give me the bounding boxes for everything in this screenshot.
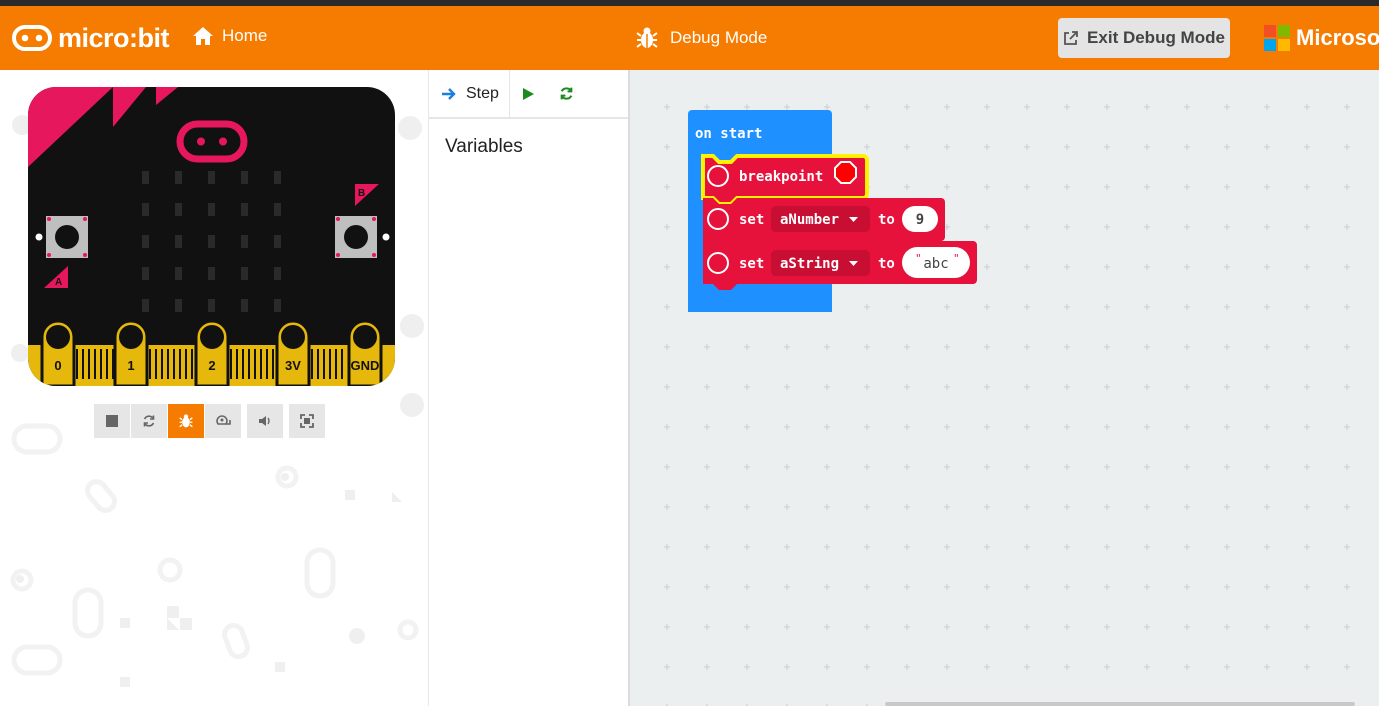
restart-icon [561,87,573,100]
variable-name: aString [780,256,839,272]
debug-mode-indicator: Debug Mode [636,26,767,50]
debug-toggle-button[interactable] [168,404,204,438]
restart-button[interactable] [131,404,167,438]
pin-2-label: 2 [208,358,215,373]
close-quote-icon: " [953,252,960,265]
microsoft-squares-icon [1264,25,1290,51]
sound-icon [259,416,270,426]
home-icon [193,27,213,45]
open-quote-icon: " [915,252,922,265]
block-stack: on start breakpoint set aNumber to 9 set… [688,110,977,312]
pin-gnd-label: GND [351,358,380,373]
variables-title: Variables [445,136,523,157]
step-label: Step [466,84,499,102]
continue-button[interactable] [510,70,548,117]
pin-1-label: 1 [127,358,134,373]
set-anumber-block[interactable]: set aNumber to 9 [703,198,945,247]
breakpoint-block[interactable]: breakpoint [701,154,869,206]
microbit-logo-icon [12,25,52,51]
debug-mode-label: Debug Mode [670,28,768,47]
fullscreen-icon [300,414,314,428]
restart-debug-button[interactable] [548,70,586,117]
sound-button[interactable] [247,404,283,438]
restart-icon [143,415,155,427]
number-value: 9 [916,212,924,228]
slow-motion-button[interactable] [205,404,241,438]
simulator-panel: A B 0 1 2 3V GND [0,70,429,706]
play-icon [523,87,535,100]
on-start-label: on start [695,126,762,142]
pin-0-label: 0 [54,358,61,373]
debugger-toolbar: Step [429,70,628,119]
button-a-label: A [55,277,62,288]
pin-3v-label: 3V [285,358,301,373]
microbit-board: A B 0 1 2 3V GND [28,87,395,386]
set-astring-block[interactable]: set aString to " abc " [703,241,977,290]
string-value: abc [923,256,948,272]
microbit-logo[interactable]: micro:bit [12,20,170,56]
step-button[interactable]: Step [429,70,510,117]
microsoft-logo[interactable]: Microsof [1264,25,1379,51]
variable-name: aNumber [780,212,839,228]
header-bar: micro:bit Home Debug Mode Exit Debug Mod… [0,6,1379,70]
button-b-label: B [358,188,365,199]
simulator-controls [94,404,326,438]
to-keyword: to [878,256,895,272]
stop-icon [106,415,118,427]
home-button[interactable]: Home [192,26,267,46]
breakpoint-label: breakpoint [739,169,823,185]
debugger-panel: Step Variables [429,70,630,706]
workspace-horizontal-scrollbar[interactable] [885,702,1355,706]
blocks-workspace[interactable]: on start breakpoint set aNumber to 9 set… [630,70,1379,706]
exit-debug-label: Exit Debug Mode [1087,28,1225,47]
set-keyword: set [739,256,764,272]
debug-bug-icon [179,414,193,428]
brand-name: micro:bit [58,22,170,53]
to-keyword: to [878,212,895,228]
external-link-icon [1064,31,1078,45]
stop-sign-icon [834,161,857,184]
set-keyword: set [739,212,764,228]
microsoft-label: Microsof [1296,25,1379,50]
slow-motion-icon [216,415,231,425]
fullscreen-button[interactable] [289,404,325,438]
bug-icon [636,27,658,48]
home-label: Home [222,26,268,45]
exit-debug-button[interactable]: Exit Debug Mode [1058,18,1230,58]
arrow-right-icon [442,87,456,100]
stop-button[interactable] [94,404,130,438]
